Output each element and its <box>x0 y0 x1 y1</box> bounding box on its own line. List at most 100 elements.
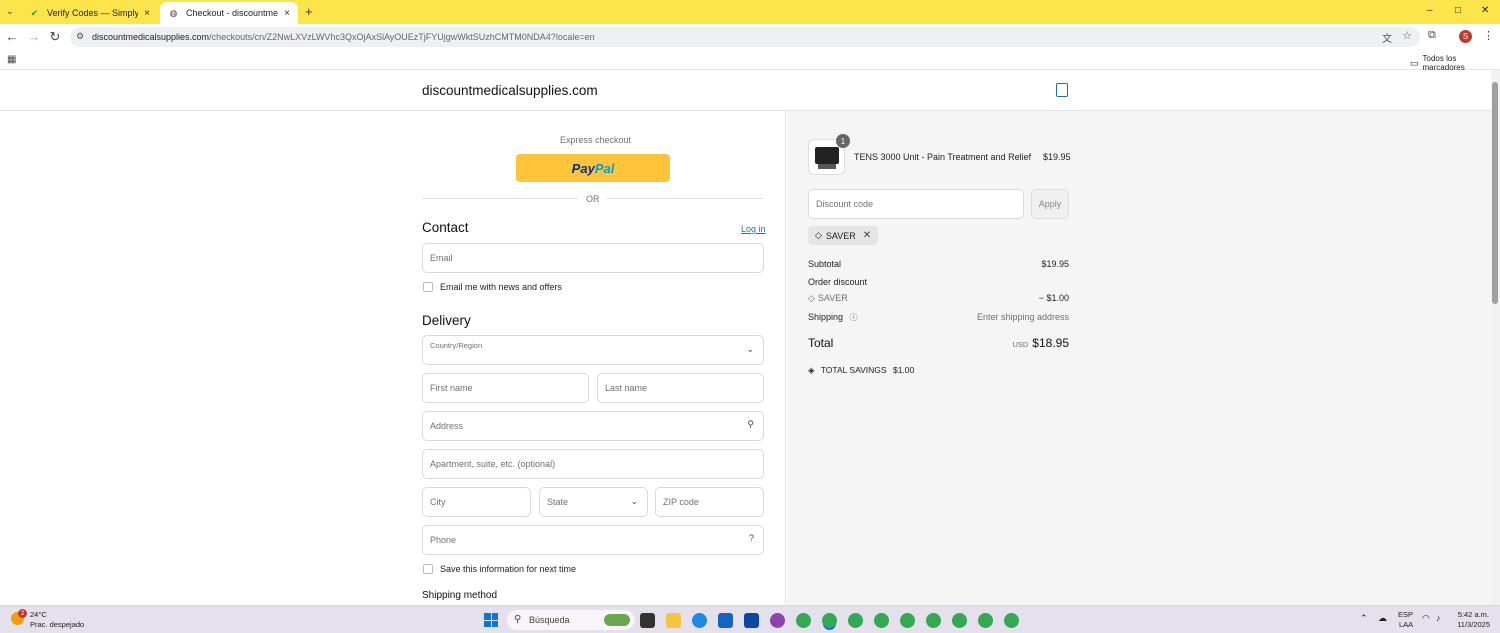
language-bottom[interactable]: LAA <box>1399 620 1413 629</box>
weather-desc[interactable]: Prac. despejado <box>30 620 84 629</box>
login-link[interactable]: Log in <box>741 224 766 234</box>
remove-discount-icon[interactable]: ✕ <box>863 230 871 241</box>
total-label: Total <box>808 336 834 350</box>
volume-icon[interactable]: ♪ <box>1436 614 1441 623</box>
chrome-icon[interactable] <box>822 613 837 628</box>
chrome-icon[interactable] <box>848 613 863 628</box>
apply-button[interactable]: Apply <box>1031 189 1069 219</box>
country-label: Country/Region <box>430 341 483 350</box>
search-highlight-icon <box>604 614 630 626</box>
language-top[interactable]: ESP <box>1398 610 1413 619</box>
paypal-button[interactable]: Pay Pal <box>516 154 670 182</box>
forward-icon[interactable]: → <box>26 29 42 44</box>
first-name-field[interactable]: First name <box>422 373 589 403</box>
news-checkbox-row[interactable]: Email me with news and offers <box>423 282 562 292</box>
zip-field[interactable]: ZIP code <box>655 487 764 517</box>
country-select[interactable]: Country/Region ⌄ <box>422 335 764 365</box>
total-row: Total USD $18.95 <box>808 336 1069 356</box>
order-discount-row: Order discount <box>808 277 1069 287</box>
simplycodes-favicon-icon: ✔ <box>30 7 39 18</box>
phone-field[interactable]: Phone ? <box>422 525 764 555</box>
tab-simplycodes[interactable]: ✔ Verify Codes — SimplyCodes × <box>21 2 158 24</box>
file-explorer-icon[interactable] <box>666 613 681 628</box>
bookmark-star-icon[interactable]: ☆ <box>1402 29 1412 42</box>
shopping-bag-icon[interactable] <box>1056 83 1068 97</box>
scrollbar-thumb[interactable] <box>1492 82 1498 304</box>
last-name-field[interactable]: Last name <box>597 373 764 403</box>
subtotal-value: $19.95 <box>1041 259 1069 269</box>
news-checkbox[interactable] <box>423 282 433 292</box>
menu-icon[interactable]: ⋮ <box>1483 29 1494 42</box>
address-field[interactable]: Address ⚲ <box>422 411 764 441</box>
copilot-icon[interactable] <box>770 613 785 628</box>
express-checkout-label: Express checkout <box>560 135 632 145</box>
shipping-row: Shipping ⓘ Enter shipping address <box>808 312 1069 323</box>
tag-icon: ◇ <box>808 293 815 303</box>
store-header: discountmedicalsupplies.com <box>0 70 1491 111</box>
back-icon[interactable]: ← <box>4 29 20 44</box>
save-info-label: Save this information for next time <box>440 564 577 574</box>
clock-time[interactable]: 5:42 a.m. <box>1455 610 1489 619</box>
help-icon[interactable]: ? <box>749 533 754 543</box>
apartment-field[interactable]: Apartment, suite, etc. (optional) <box>422 449 764 479</box>
product-image-base <box>818 164 836 169</box>
tab-title: Checkout - discountmedicalsu <box>186 8 279 18</box>
task-view-icon[interactable] <box>640 613 655 628</box>
total-savings-row: ◈ TOTAL SAVINGS $1.00 <box>808 365 1069 376</box>
wifi-icon[interactable]: ◠ <box>1422 614 1430 623</box>
apartment-placeholder: Apartment, suite, etc. (optional) <box>430 459 556 469</box>
store-icon[interactable] <box>718 613 733 628</box>
address-placeholder: Address <box>430 421 464 431</box>
apps-grid-icon[interactable]: ▦ <box>7 54 16 65</box>
outlook-icon[interactable] <box>744 613 759 628</box>
address-bar[interactable]: ⚙ discountmedicalsupplies.com/checkouts/… <box>70 27 1420 47</box>
windows-start-icon[interactable] <box>484 613 498 627</box>
clock-date[interactable]: 11/3/2025 <box>1452 620 1490 629</box>
discount-code-field[interactable]: Discount code <box>808 189 1024 219</box>
tab-close-icon[interactable]: × <box>144 8 150 19</box>
order-discount-label: Order discount <box>808 277 868 287</box>
taskbar-search[interactable]: ⚲ Búsqueda <box>507 610 635 630</box>
close-window-button[interactable]: ✕ <box>1481 5 1489 16</box>
savings-value: $1.00 <box>892 365 915 375</box>
tray-overflow-icon[interactable]: ⌃ <box>1360 614 1368 623</box>
chrome-icon[interactable] <box>796 613 811 628</box>
url-path: /checkouts/cn/Z2NwLXVzLWVhc3QxOjAxSlAyOU… <box>209 32 595 42</box>
savings-tag-icon: ◈ <box>808 365 815 375</box>
weather-temp[interactable]: 24°C <box>30 610 47 619</box>
chrome-icon[interactable] <box>926 613 941 628</box>
site-info-icon[interactable]: ⚙ <box>76 31 84 42</box>
chrome-icon[interactable] <box>874 613 889 628</box>
product-name: TENS 3000 Unit - Pain Treatment and Reli… <box>854 152 1032 162</box>
save-info-checkbox[interactable] <box>423 564 433 574</box>
state-select[interactable]: State ⌄ <box>539 487 648 517</box>
tab-search-icon[interactable]: ⌄ <box>6 6 14 17</box>
maximize-button[interactable]: □ <box>1455 5 1461 16</box>
profile-avatar[interactable]: S <box>1459 30 1472 43</box>
page-scrollbar[interactable] <box>1491 70 1500 605</box>
chrome-icon[interactable] <box>978 613 993 628</box>
tab-close-icon[interactable]: × <box>284 8 290 19</box>
product-image <box>815 147 839 164</box>
save-info-row[interactable]: Save this information for next time <box>423 564 576 574</box>
info-icon[interactable]: ⓘ <box>850 313 858 322</box>
tab-checkout[interactable]: ◍ Checkout - discountmedicalsu × <box>160 2 298 24</box>
chrome-icon[interactable] <box>952 613 967 628</box>
translate-icon[interactable]: 文 <box>1382 30 1392 45</box>
reload-icon[interactable]: ↻ <box>47 29 63 45</box>
store-logo[interactable]: discountmedicalsupplies.com <box>422 83 598 98</box>
new-tab-button[interactable]: + <box>305 4 313 19</box>
extensions-icon[interactable]: ⧉ <box>1428 29 1436 42</box>
chrome-icon[interactable] <box>1004 613 1019 628</box>
savings-label: TOTAL SAVINGS <box>820 365 887 375</box>
email-field[interactable]: Email <box>422 243 764 273</box>
globe-icon: ◍ <box>169 7 178 18</box>
tag-icon: ◇ <box>815 230 822 240</box>
onedrive-icon[interactable]: ☁ <box>1378 614 1387 623</box>
browser-tab-strip: ⌄ ✔ Verify Codes — SimplyCodes × ◍ Check… <box>0 0 1500 24</box>
city-field[interactable]: City <box>422 487 531 517</box>
discount-code-row: ◇ SAVER − $1.00 <box>808 293 1069 304</box>
edge-icon[interactable] <box>692 613 707 628</box>
chrome-icon[interactable] <box>900 613 915 628</box>
minimize-button[interactable]: – <box>1427 5 1433 16</box>
